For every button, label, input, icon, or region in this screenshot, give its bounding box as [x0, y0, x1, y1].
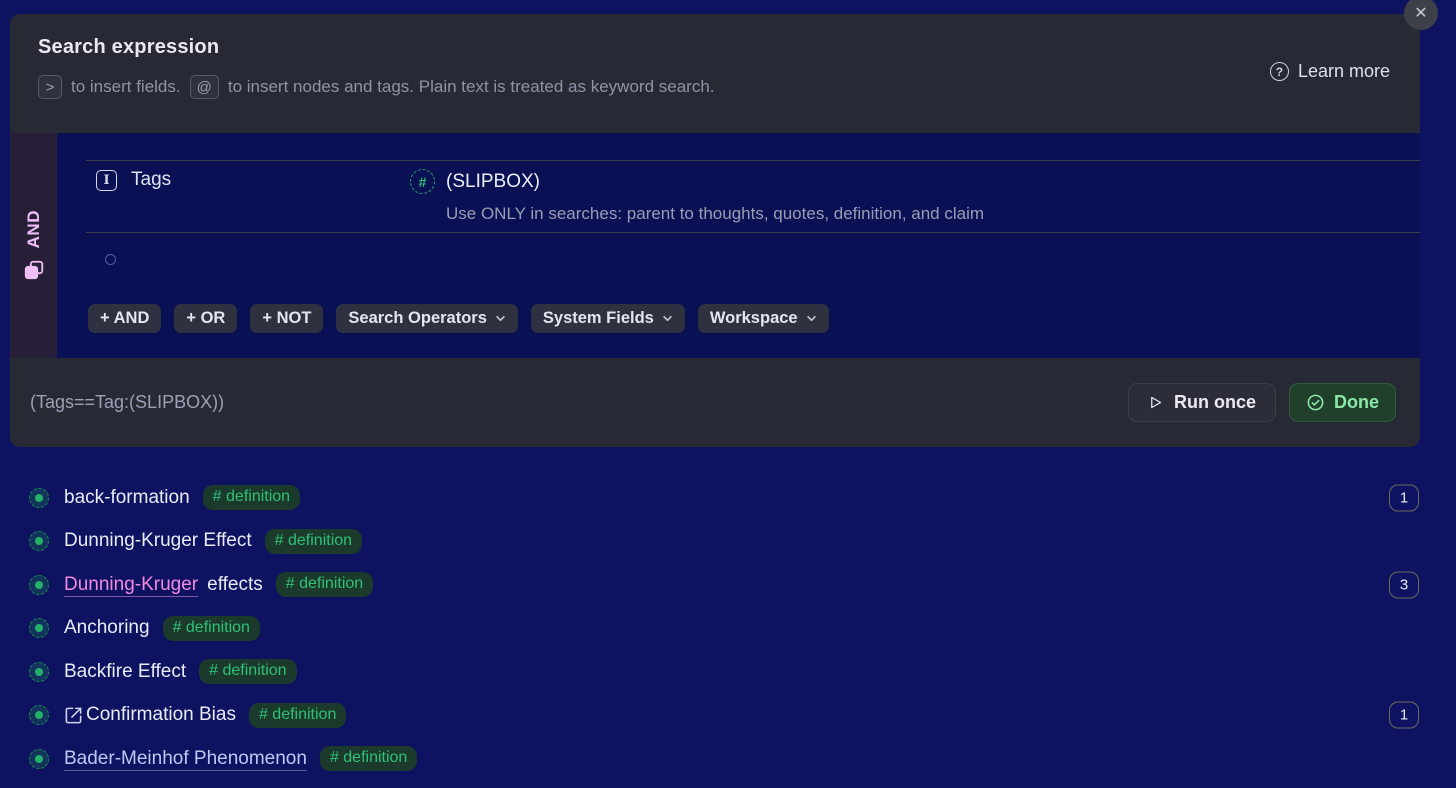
node-bullet-icon[interactable] — [29, 574, 49, 595]
node-bullet-icon[interactable] — [29, 705, 49, 726]
node-bullet-icon[interactable] — [29, 618, 49, 639]
reference-count-badge[interactable]: 1 — [1389, 701, 1419, 729]
query-builder-body: AND I Tags # (SLIPBOX) Use ONLY in searc… — [10, 133, 1420, 358]
definition-tag-badge[interactable]: # definition — [199, 659, 297, 685]
chevron-down-icon — [495, 315, 505, 322]
row-divider — [86, 232, 1420, 233]
run-once-label: Run once — [1173, 392, 1256, 412]
query-expression-text: (Tags==Tag:(SLIPBOX)) — [30, 392, 225, 412]
done-button[interactable]: Done — [1289, 383, 1396, 422]
modal-footer: (Tags==Tag:(SLIPBOX)) Run once Done — [10, 358, 1420, 447]
field-icon: I — [96, 169, 117, 191]
done-label: Done — [1334, 392, 1379, 412]
hint-fields-text: to insert fields. — [71, 77, 181, 96]
chevron-down-icon — [662, 315, 672, 322]
list-item[interactable]: Anchoring # definition — [0, 607, 1456, 651]
kbd-gt-key: > — [38, 75, 62, 99]
builder-buttons-row: + AND + OR + NOT Search Operators System… — [88, 304, 829, 333]
field-label: Tags — [131, 169, 172, 190]
node-bullet-icon[interactable] — [29, 487, 49, 508]
query-canvas: I Tags # (SLIPBOX) Use ONLY in searches:… — [57, 133, 1420, 358]
overlapping-squares-icon — [24, 260, 43, 279]
definition-tag-badge[interactable]: # definition — [264, 528, 363, 554]
definition-tag-badge[interactable]: # definition — [248, 702, 347, 728]
add-not-button[interactable]: + NOT — [250, 304, 324, 333]
result-title-link[interactable]: Dunning-Kruger — [64, 574, 198, 596]
definition-tag-badge[interactable]: # definition — [162, 615, 260, 641]
list-item[interactable]: Dunning-Kruger effects # definition 3 — [0, 563, 1456, 607]
modal-title: Search expression — [38, 36, 220, 58]
result-title[interactable]: Anchoring — [64, 617, 150, 639]
chevron-down-icon — [806, 315, 816, 322]
and-operator-label: AND — [23, 210, 43, 249]
kbd-at-key: @ — [189, 75, 219, 99]
workspace-dropdown[interactable]: Workspace — [697, 304, 829, 333]
learn-more-label: Learn more — [1297, 61, 1390, 81]
definition-tag-badge[interactable]: # definition — [319, 746, 418, 772]
external-link-icon — [64, 706, 83, 725]
node-bullet-icon[interactable] — [29, 748, 49, 769]
field-value-cell: # (SLIPBOX) Use ONLY in searches: parent… — [410, 169, 1410, 224]
search-operators-label: Search Operators — [348, 309, 487, 327]
result-title[interactable]: Backfire Effect — [64, 661, 186, 683]
list-item[interactable]: Backfire Effect # definition — [0, 650, 1456, 694]
footer-buttons: Run once Done — [1127, 383, 1396, 422]
search-expression-modal: Search expression ? Learn more > to inse… — [10, 14, 1420, 447]
node-bullet-icon[interactable] — [29, 661, 49, 682]
node-bullet-icon[interactable] — [29, 531, 49, 552]
field-name-cell[interactable]: I Tags — [96, 169, 410, 191]
tag-value-line[interactable]: # (SLIPBOX) — [410, 169, 1410, 194]
search-results-list: back-formation # definition 1 Dunning-Kr… — [0, 476, 1456, 781]
run-once-button[interactable]: Run once — [1127, 383, 1276, 422]
empty-node-bullet[interactable] — [105, 254, 116, 265]
reference-count-badge[interactable]: 1 — [1389, 484, 1419, 512]
learn-more-link[interactable]: ? Learn more — [1269, 61, 1390, 82]
hint-line: > to insert fields. @ to insert nodes an… — [38, 75, 1392, 99]
add-or-button[interactable]: + OR — [174, 304, 238, 333]
tags-field-row: I Tags # (SLIPBOX) Use ONLY in searches:… — [96, 169, 1410, 224]
row-divider — [86, 160, 1420, 161]
modal-header: Search expression ? Learn more > to inse… — [10, 14, 1420, 133]
system-fields-label: System Fields — [542, 309, 654, 327]
check-circle-icon — [1307, 394, 1324, 411]
add-and-button[interactable]: + AND — [88, 304, 162, 333]
result-title[interactable]: Confirmation Bias — [86, 704, 236, 726]
search-operators-dropdown[interactable]: Search Operators — [336, 304, 518, 333]
definition-tag-badge[interactable]: # definition — [275, 572, 374, 598]
hint-nodes-text: to insert nodes and tags. Plain text is … — [227, 77, 715, 96]
add-not-label: + NOT — [262, 309, 312, 327]
result-title[interactable]: Dunning-Kruger Effect — [64, 530, 252, 552]
help-circle-icon: ? — [1269, 62, 1289, 81]
definition-tag-badge[interactable]: # definition — [202, 485, 301, 511]
reference-count-badge[interactable]: 3 — [1389, 571, 1419, 599]
result-title[interactable]: back-formation — [64, 487, 190, 509]
add-and-label: + AND — [100, 309, 150, 327]
supertag-icon: # — [410, 169, 435, 194]
workspace-label: Workspace — [709, 309, 798, 327]
list-item[interactable]: back-formation # definition 1 — [0, 476, 1456, 520]
close-icon[interactable]: ✕ — [1404, 0, 1438, 30]
add-or-label: + OR — [186, 309, 226, 327]
list-item[interactable]: Confirmation Bias # definition 1 — [0, 694, 1456, 738]
system-fields-dropdown[interactable]: System Fields — [530, 304, 685, 333]
group-operator-and[interactable]: AND — [10, 133, 57, 358]
list-item[interactable]: Bader-Meinhof Phenomenon # definition — [0, 737, 1456, 781]
result-title[interactable]: effects — [207, 574, 263, 596]
play-icon — [1151, 396, 1162, 409]
result-title-link[interactable]: Bader-Meinhof Phenomenon — [64, 748, 307, 770]
tag-value: (SLIPBOX) — [446, 170, 540, 192]
tag-description: Use ONLY in searches: parent to thoughts… — [446, 204, 985, 223]
list-item[interactable]: Dunning-Kruger Effect # definition — [0, 520, 1456, 564]
